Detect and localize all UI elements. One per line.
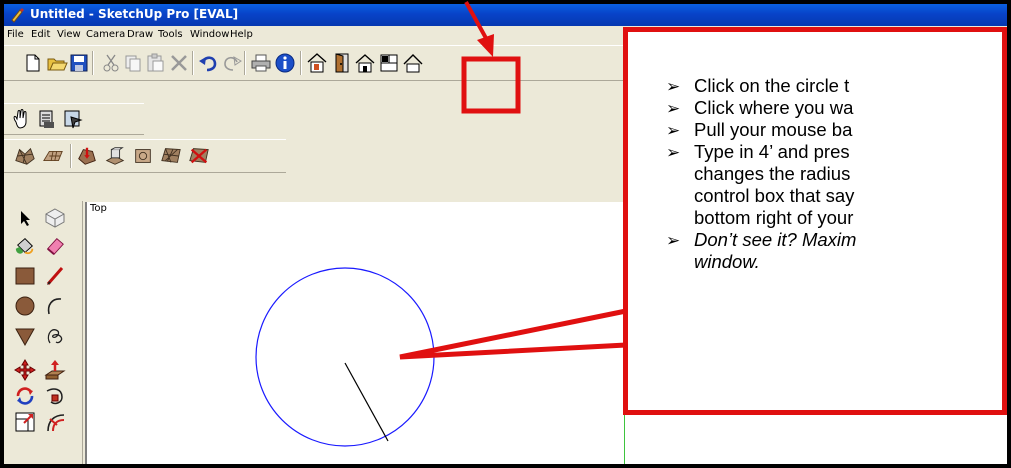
- arrow-bullet-icon: ➢: [666, 231, 681, 250]
- layers-icon[interactable]: [36, 108, 58, 130]
- circle-icon[interactable]: [14, 295, 36, 317]
- window-title: Untitled - SketchUp Pro [EVAL]: [30, 7, 239, 21]
- instruction-callout: ➢ Click on the circle t ➢ Click where you …: [623, 27, 1007, 415]
- paint-bucket-icon[interactable]: [14, 235, 36, 257]
- save-icon[interactable]: [68, 52, 90, 74]
- title-bar: Untitled - SketchUp Pro [EVAL]: [4, 4, 1007, 26]
- toolbar-separator: [192, 51, 194, 75]
- drape-icon[interactable]: [76, 145, 98, 167]
- list-item: ➢ Click on the circle t: [666, 75, 850, 96]
- menu-file[interactable]: File: [7, 29, 24, 40]
- sketchup-app-icon: [11, 8, 24, 23]
- offset-icon[interactable]: [44, 411, 66, 433]
- instruction-list: ➢ Click on the circle t ➢ Click where you …: [666, 75, 1002, 273]
- component-icon[interactable]: [44, 207, 66, 229]
- polygon-icon[interactable]: [14, 325, 36, 347]
- sandbox-icon[interactable]: [188, 145, 210, 167]
- arc-icon[interactable]: [44, 295, 66, 317]
- paste-icon[interactable]: [144, 52, 166, 74]
- list-item: ➢ Click where you wa: [666, 97, 854, 118]
- roof-icon[interactable]: [402, 52, 424, 74]
- undo-icon[interactable]: [198, 52, 220, 74]
- outliner-icon[interactable]: [62, 108, 84, 130]
- menu-tools[interactable]: Tools: [158, 29, 183, 40]
- flip-edge-icon[interactable]: [160, 145, 182, 167]
- house-wall-icon[interactable]: [306, 52, 328, 74]
- select-icon[interactable]: [14, 207, 36, 229]
- scale-icon[interactable]: [14, 411, 36, 433]
- add-detail-icon[interactable]: [132, 145, 154, 167]
- menu-camera[interactable]: Camera: [86, 29, 125, 40]
- eraser-icon[interactable]: [44, 235, 66, 257]
- menu-help[interactable]: Help: [230, 29, 253, 40]
- model-info-icon[interactable]: [274, 52, 296, 74]
- view-label: Top: [90, 203, 107, 214]
- house-icon[interactable]: [354, 52, 376, 74]
- push-pull-icon[interactable]: [44, 359, 66, 381]
- redo-icon[interactable]: [220, 52, 242, 74]
- rectangle-icon[interactable]: [14, 265, 36, 287]
- door-icon[interactable]: [330, 52, 352, 74]
- large-tool-set: [4, 201, 83, 464]
- rotate-icon[interactable]: [14, 385, 36, 407]
- list-item: ➢ Pull your mouse ba: [666, 119, 853, 140]
- sandbox-toolbar: [4, 139, 286, 173]
- terrain-icon[interactable]: [14, 145, 36, 167]
- tools-toolbar: [4, 103, 144, 135]
- freehand-icon[interactable]: [44, 325, 66, 347]
- menu-window[interactable]: Window: [190, 29, 229, 40]
- print-icon[interactable]: [250, 52, 272, 74]
- new-icon[interactable]: [22, 52, 44, 74]
- arrow-bullet-icon: ➢: [666, 121, 681, 140]
- menu-edit[interactable]: Edit: [31, 29, 50, 40]
- stamp-icon[interactable]: [42, 145, 64, 167]
- copy-icon[interactable]: [122, 52, 144, 74]
- menu-view[interactable]: View: [57, 29, 81, 40]
- move-icon[interactable]: [14, 359, 36, 381]
- cut-icon[interactable]: [100, 52, 122, 74]
- toolbar-separator: [300, 51, 302, 75]
- line-icon[interactable]: [44, 265, 66, 287]
- arrow-bullet-icon: ➢: [666, 99, 681, 118]
- list-item: ➢ Don’t see it? Maxim window.: [666, 229, 857, 272]
- follow-me-icon[interactable]: [44, 385, 66, 407]
- list-item: ➢ Type in 4’ and pres changes the radius co…: [666, 141, 855, 228]
- arrow-bullet-icon: ➢: [666, 77, 681, 96]
- erase-icon[interactable]: [168, 52, 190, 74]
- smoove-icon[interactable]: [104, 145, 126, 167]
- arrow-bullet-icon: ➢: [666, 143, 681, 162]
- window-icon[interactable]: [378, 52, 400, 74]
- menu-draw[interactable]: Draw: [127, 29, 153, 40]
- toolbar-separator: [244, 51, 246, 75]
- toolbar-separator: [92, 51, 94, 75]
- hand-select-icon[interactable]: [10, 108, 32, 130]
- open-icon[interactable]: [46, 52, 68, 74]
- toolbar-separator: [70, 144, 72, 168]
